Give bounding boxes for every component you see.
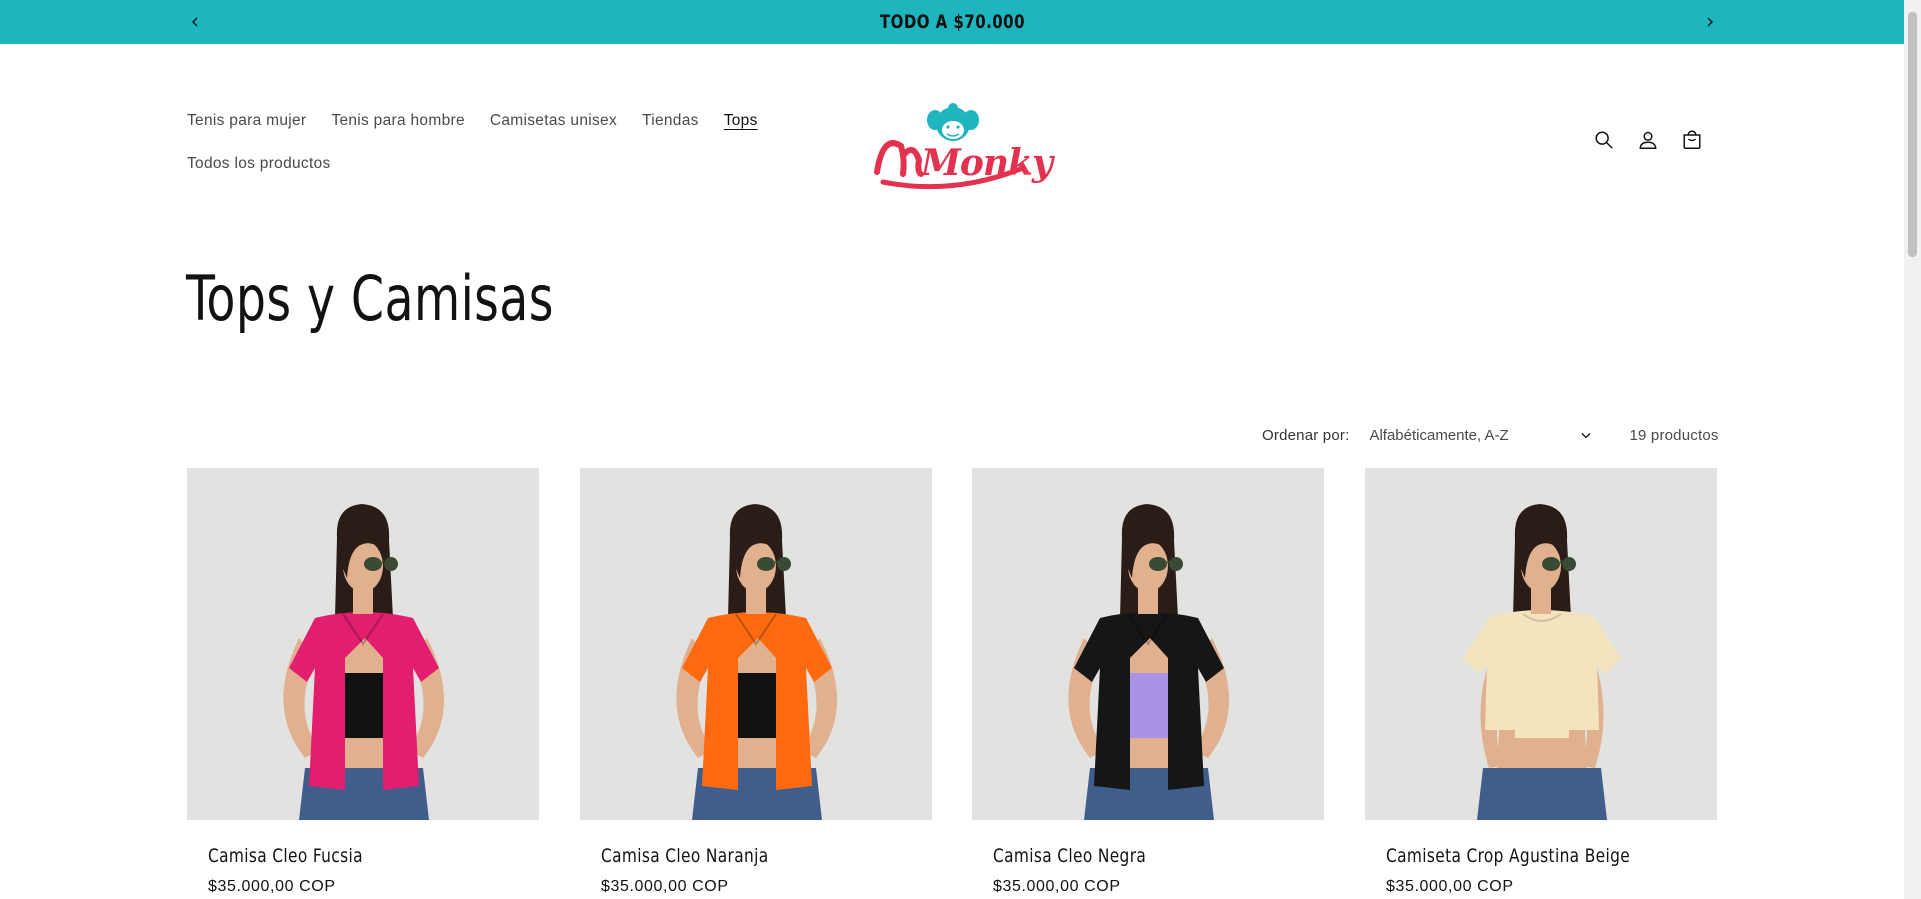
sort-label: Ordenar por:	[1262, 426, 1350, 444]
product-image[interactable]	[187, 468, 539, 820]
scrollbar-thumb[interactable]	[1908, 12, 1917, 257]
product-price: $35.000,00 COP	[993, 878, 1121, 895]
cart-icon	[1683, 130, 1701, 149]
monky-logo[interactable]: Monky	[873, 94, 1053, 192]
product-image[interactable]	[972, 468, 1324, 820]
product-card[interactable]: Camisa Cleo Fucsia $35.000,00 COP	[187, 468, 539, 895]
product-photo	[283, 504, 445, 820]
account-button[interactable]	[1636, 128, 1660, 152]
product-image[interactable]	[580, 468, 932, 820]
product-card[interactable]: Camisa Cleo Negra $35.000,00 COP	[972, 468, 1324, 895]
product-grid: Camisa Cleo Fucsia $35.000,00 COP Camisa…	[187, 468, 1717, 899]
product-title[interactable]: Camisa Cleo Naranja	[601, 845, 769, 867]
product-card[interactable]: Camisa Cleo Naranja $35.000,00 COP	[580, 468, 932, 895]
nav-link-todos-productos[interactable]: Todos los productos	[187, 155, 331, 173]
product-price: $35.000,00 COP	[208, 878, 336, 895]
logo-text: Monky	[921, 142, 1053, 184]
cart-button[interactable]	[1680, 128, 1704, 152]
product-title[interactable]: Camiseta Crop Agustina Beige	[1386, 845, 1630, 867]
product-title[interactable]: Camisa Cleo Negra	[993, 845, 1146, 867]
nav-link-tenis-mujer[interactable]: Tenis para mujer	[187, 112, 306, 130]
product-price: $35.000,00 COP	[601, 878, 729, 895]
announcement-next-button[interactable]	[1695, 0, 1725, 44]
product-title[interactable]: Camisa Cleo Fucsia	[208, 845, 363, 867]
chevron-left-icon	[192, 17, 198, 27]
product-image[interactable]	[1365, 468, 1717, 820]
sort-selected-value: Alfabéticamente, A-Z	[1369, 426, 1509, 444]
product-price: $35.000,00 COP	[1386, 878, 1514, 895]
nav-link-tiendas[interactable]: Tiendas	[642, 112, 699, 130]
product-photo	[1463, 504, 1621, 820]
header-actions	[1592, 128, 1704, 152]
chevron-down-icon	[1581, 432, 1591, 438]
product-card[interactable]: Camiseta Crop Agustina Beige $35.000,00 …	[1365, 468, 1717, 895]
sort-select[interactable]: Alfabéticamente, A-Z	[1369, 427, 1591, 444]
product-photo	[676, 504, 838, 820]
account-icon	[1639, 131, 1657, 149]
chevron-right-icon	[1707, 17, 1713, 27]
search-icon	[1595, 131, 1613, 149]
page-scrollbar[interactable]	[1904, 0, 1921, 899]
announcement-text: TODO A $70.000	[879, 11, 1025, 33]
announcement-bar: TODO A $70.000	[0, 0, 1904, 44]
page-title: Tops y Camisas	[186, 262, 554, 335]
announcement-prev-button[interactable]	[180, 0, 210, 44]
product-photo	[1068, 504, 1230, 820]
nav-link-camisetas-unisex[interactable]: Camisetas unisex	[490, 112, 617, 130]
search-button[interactable]	[1592, 128, 1616, 152]
nav-link-tops[interactable]: Tops	[724, 112, 758, 130]
nav-link-tenis-hombre[interactable]: Tenis para hombre	[331, 112, 464, 130]
sort-bar: Ordenar por: Alfabéticamente, A-Z 19 pro…	[1262, 422, 1719, 448]
main-nav: Tenis para mujer Tenis para hombre Camis…	[187, 108, 787, 194]
product-count: 19 productos	[1629, 426, 1719, 444]
